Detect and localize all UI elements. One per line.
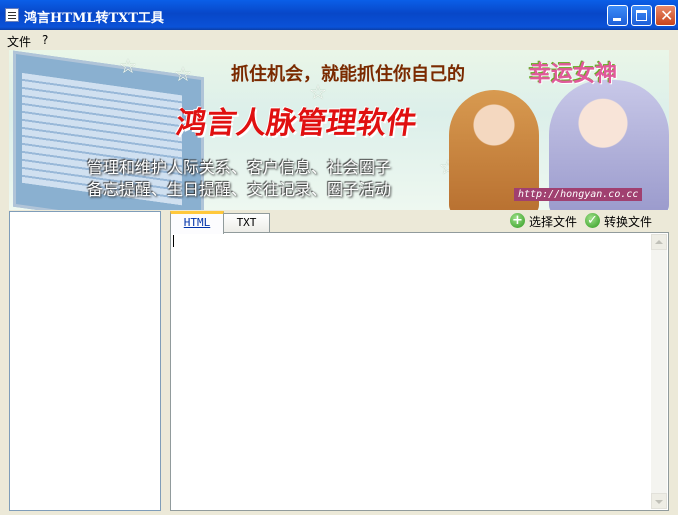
close-icon: ✕ — [660, 6, 674, 25]
maximize-button[interactable] — [631, 5, 652, 26]
title-bar[interactable]: 鸿言HTML转TXT工具 ✕ — [0, 0, 678, 30]
star-decoration: ☆ — [174, 62, 192, 86]
text-caret — [173, 235, 174, 247]
vertical-scrollbar[interactable] — [651, 234, 667, 509]
banner-desc-line1: 管理和维护人际关系、客户信息、社会圈子 — [87, 158, 392, 177]
banner-slogan: 抓住机会，就能抓住你自己的 — [231, 64, 465, 85]
banner-product-name: 鸿言人脉管理软件 — [174, 106, 419, 141]
select-file-label: 选择文件 — [529, 215, 578, 229]
ad-banner[interactable]: ☆ ☆ ☆ ☆ 抓住机会，就能抓住你自己的 幸运女神 鸿言人脉管理软件 管理和维… — [9, 50, 669, 210]
banner-goddess-text: 幸运女神 — [529, 61, 618, 87]
app-icon[interactable] — [5, 8, 19, 22]
tab-txt[interactable]: TXT — [223, 213, 270, 233]
file-list-panel[interactable] — [9, 211, 161, 511]
html-text-area[interactable] — [170, 232, 669, 511]
check-icon: ✓ — [585, 213, 600, 228]
add-icon: + — [510, 213, 525, 228]
close-button[interactable]: ✕ — [655, 5, 676, 26]
select-file-button[interactable]: + 选择文件 — [510, 213, 580, 229]
scroll-up-button[interactable] — [651, 234, 667, 250]
scroll-down-button[interactable] — [651, 493, 667, 509]
menu-help[interactable]: ? — [42, 33, 48, 47]
arrow-up-icon — [655, 240, 663, 244]
convert-file-label: 转换文件 — [604, 215, 653, 229]
menu-file[interactable]: 文件 — [7, 33, 31, 50]
menu-bar: 文件 ? — [0, 30, 678, 50]
banner-url[interactable]: http://hongyan.co.cc — [514, 188, 643, 201]
minimize-icon — [613, 18, 621, 21]
minimize-button[interactable] — [607, 5, 628, 26]
convert-file-button[interactable]: ✓ 转换文件 — [585, 213, 657, 229]
window-title: 鸿言HTML转TXT工具 — [24, 11, 164, 26]
arrow-down-icon — [655, 500, 663, 504]
banner-desc-line2: 备忘提醒、生日提醒、交往记录、圈子活动 — [87, 180, 392, 199]
tab-html[interactable]: HTML — [170, 211, 224, 234]
tab-html-label: HTML — [183, 216, 211, 229]
star-decoration: ☆ — [119, 54, 137, 78]
tab-txt-label: TXT — [236, 216, 257, 229]
maximize-icon — [636, 10, 647, 21]
